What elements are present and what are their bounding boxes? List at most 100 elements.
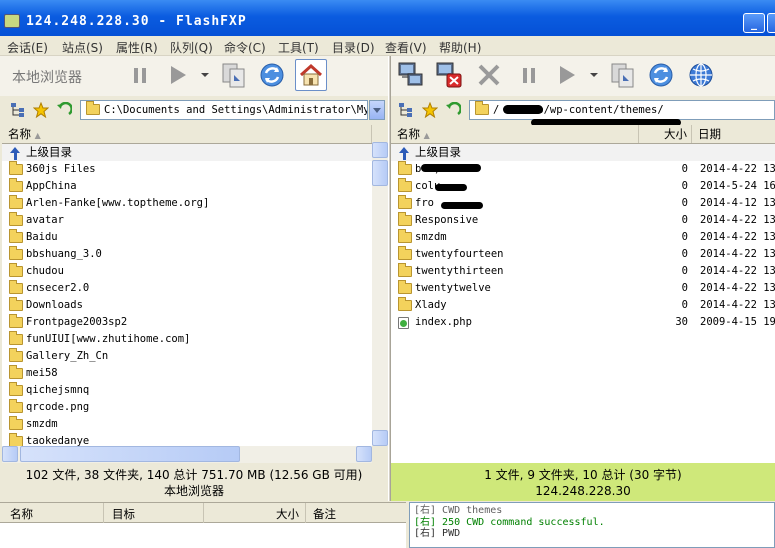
list-item[interactable]: Frontpage2003sp2 [2, 314, 372, 331]
refresh-icon[interactable] [256, 59, 288, 91]
remote-status-summary: 1 文件, 9 文件夹, 10 总计 (30 字节) [484, 468, 682, 482]
tree-view-icon[interactable] [398, 102, 414, 118]
menu-directory[interactable]: 目录(D) [332, 39, 375, 56]
scroll-down-button[interactable] [372, 430, 388, 446]
play-icon[interactable] [162, 59, 194, 91]
star-icon[interactable] [422, 102, 438, 118]
folder-icon [9, 229, 23, 243]
list-item[interactable]: qrcode.png [2, 399, 372, 416]
session-log[interactable]: [右] CWD themes [右] 250 CWD command succe… [409, 502, 775, 548]
menu-queue[interactable]: 队列(Q) [170, 39, 213, 56]
redaction-mark [421, 164, 481, 172]
local-status-label: 本地浏览器 [163, 484, 224, 498]
local-horizontal-scrollbar[interactable] [2, 446, 372, 463]
menu-tools[interactable]: 工具(T) [278, 39, 319, 56]
title-bar: 124.248.228.30 - FlashFXP _ [0, 0, 775, 36]
folder-icon [9, 314, 23, 328]
list-item[interactable]: twentyfourteen 0 2014-4-22 13 [391, 246, 775, 263]
list-item[interactable]: Baidu [2, 229, 372, 246]
list-item[interactable]: Responsive 0 2014-4-22 13 [391, 212, 775, 229]
list-item[interactable]: twentytwelve 0 2014-4-22 13 [391, 280, 775, 297]
pause-icon[interactable] [124, 59, 156, 91]
folder-icon [9, 348, 23, 362]
remote-status-bar: 1 文件, 9 文件夹, 10 总计 (30 字节) 124.248.228.3… [391, 463, 775, 501]
queue-column-target[interactable]: 目标 [112, 506, 135, 522]
list-item[interactable]: mei58 [2, 365, 372, 382]
list-item[interactable]: 360js Files [2, 161, 372, 178]
list-item[interactable]: twentythirteen 0 2014-4-22 13 [391, 263, 775, 280]
back-arrow-icon[interactable] [445, 102, 461, 118]
column-size[interactable]: 大小 [639, 125, 692, 143]
scroll-thumb[interactable] [372, 160, 388, 186]
folder-icon [9, 382, 23, 396]
queue-column-name[interactable]: 名称 [10, 506, 33, 522]
list-item[interactable]: Downloads [2, 297, 372, 314]
folder-icon [9, 365, 23, 379]
menu-sites[interactable]: 站点(S) [62, 39, 103, 56]
redaction-mark [441, 202, 483, 209]
chevron-down-icon[interactable] [201, 73, 209, 77]
local-vertical-scrollbar[interactable] [372, 142, 388, 446]
php-file-icon [398, 317, 409, 329]
list-item[interactable]: cnsecer2.0 [2, 280, 372, 297]
folder-icon [398, 246, 412, 260]
local-path-dropdown[interactable] [369, 100, 385, 120]
menu-properties[interactable]: 属性(R) [116, 39, 158, 56]
list-item[interactable]: Xlady 0 2014-4-22 13 [391, 297, 775, 314]
chevron-down-icon[interactable] [590, 73, 598, 77]
list-item[interactable]: smzdm 0 2014-4-22 13 [391, 229, 775, 246]
scroll-left-button[interactable] [2, 446, 18, 462]
list-item[interactable]: index.php 30 2009-4-15 19 [391, 314, 775, 331]
refresh-icon[interactable] [645, 59, 677, 91]
scroll-right-button[interactable] [356, 446, 372, 462]
menu-session[interactable]: 会话(E) [7, 39, 48, 56]
queue-column-notes[interactable]: 备注 [313, 506, 336, 522]
minimize-button[interactable]: _ [743, 13, 765, 33]
local-path-input[interactable]: C:\Documents and Settings\Administrator\… [80, 100, 368, 120]
list-item[interactable]: bbshuang_3.0 [2, 246, 372, 263]
disconnect-icon[interactable] [433, 59, 465, 91]
refresh-compare-icon[interactable] [218, 59, 250, 91]
refresh-compare-icon[interactable] [607, 59, 639, 91]
play-icon[interactable] [551, 59, 583, 91]
list-item[interactable]: qichejsmnq [2, 382, 372, 399]
folder-icon [9, 263, 23, 277]
list-item[interactable]: Gallery_Zh_Cn [2, 348, 372, 365]
home-icon[interactable] [295, 59, 327, 91]
parent-dir-row[interactable]: 上级目录 [391, 144, 775, 161]
abort-icon[interactable] [473, 59, 505, 91]
tree-view-icon[interactable] [10, 102, 26, 118]
menu-help[interactable]: 帮助(H) [439, 39, 481, 56]
list-item[interactable]: smzdm [2, 416, 372, 433]
remote-path-bar: / 38/web/wp-content/themes/ [391, 98, 775, 126]
star-icon[interactable] [33, 102, 49, 118]
connect-icon[interactable] [395, 59, 427, 91]
folder-icon [398, 195, 412, 209]
menu-view[interactable]: 查看(V) [385, 39, 427, 56]
column-name[interactable]: 名称 ▲ [391, 125, 639, 143]
list-item[interactable]: Arlen-Fanke[www.toptheme.org] [2, 195, 372, 212]
menu-commands[interactable]: 命令(C) [224, 39, 266, 56]
log-line: [右] CWD themes [414, 505, 503, 516]
folder-icon [9, 416, 23, 430]
window-title: 124.248.228.30 - FlashFXP [26, 14, 247, 29]
list-item[interactable]: funUIUI[www.zhutihome.com] [2, 331, 372, 348]
folder-icon [9, 399, 23, 413]
maximize-button[interactable] [767, 13, 775, 33]
parent-dir-row[interactable]: 上级目录 [2, 144, 372, 161]
queue-column-size[interactable]: 大小 [276, 506, 299, 522]
scroll-thumb[interactable] [20, 446, 240, 462]
column-name[interactable]: 名称 ▲ [2, 125, 372, 143]
column-date[interactable]: 日期 [692, 125, 775, 143]
folder-icon [398, 263, 412, 277]
list-item[interactable]: avatar [2, 212, 372, 229]
globe-icon[interactable] [685, 59, 717, 91]
scroll-up-button[interactable] [372, 142, 388, 158]
list-item[interactable]: chudou [2, 263, 372, 280]
flashfxp-app-icon[interactable] [4, 14, 20, 28]
list-item[interactable]: AppChina [2, 178, 372, 195]
local-file-list: 名称 ▲ 上级目录 360js Files AppChina Arlen-Fan… [2, 125, 372, 463]
remote-toolbar [391, 56, 775, 96]
back-arrow-icon[interactable] [56, 102, 72, 118]
pause-icon[interactable] [513, 59, 545, 91]
